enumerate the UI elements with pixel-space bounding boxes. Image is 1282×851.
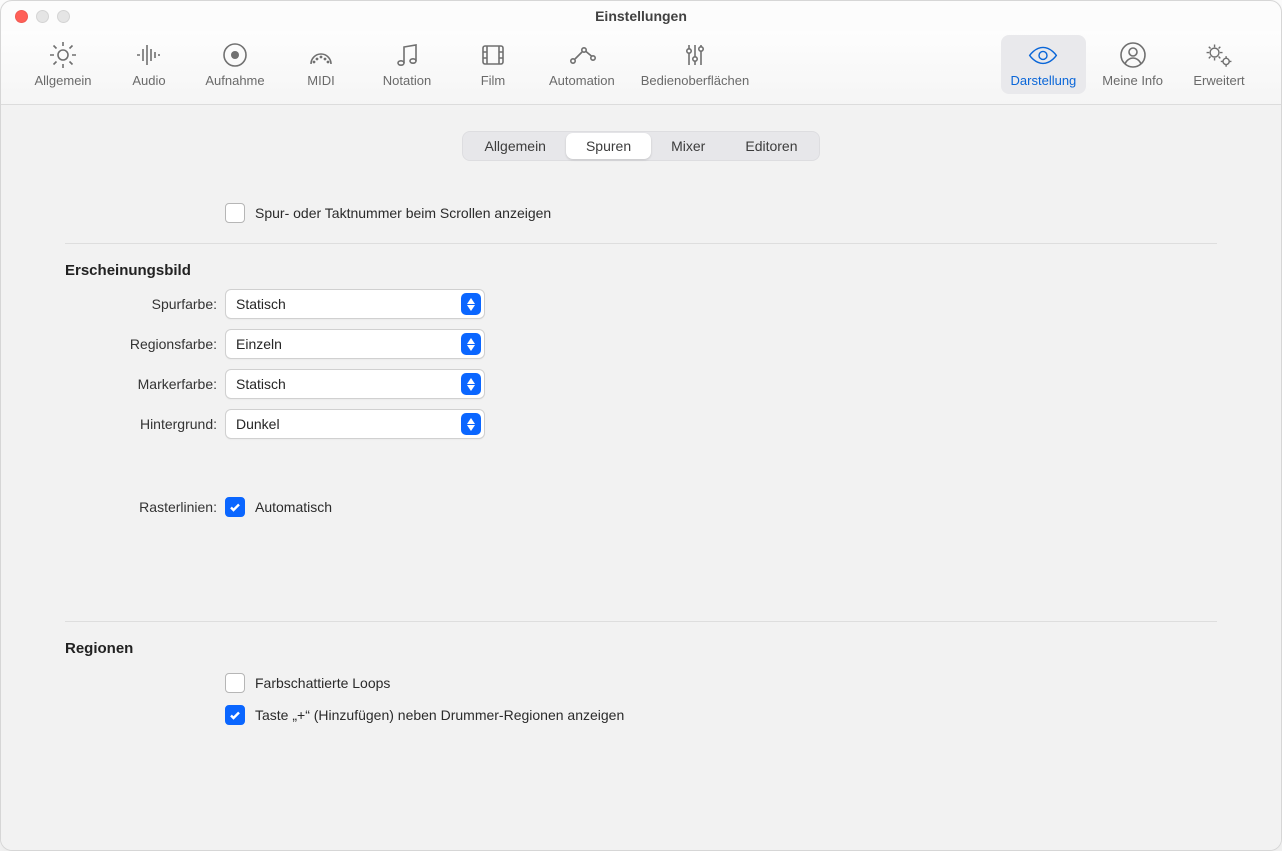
background-label: Hintergrund: (65, 416, 225, 432)
record-icon (219, 41, 251, 69)
gear-icon (47, 41, 79, 69)
background-select[interactable]: Dunkel (225, 409, 485, 439)
sliders-icon (679, 41, 711, 69)
toolbar-label: Allgemein (34, 73, 91, 88)
window-title: Einstellungen (1, 8, 1281, 24)
audio-icon (133, 41, 165, 69)
midi-icon (305, 41, 337, 69)
gridlines-label: Rasterlinien: (65, 499, 225, 515)
pluskey-label: Taste „+“ (Hinzufügen) neben Drummer-Reg… (255, 707, 624, 723)
region-color-select[interactable]: Einzeln (225, 329, 485, 359)
toolbar-label: Audio (132, 73, 165, 88)
toolbar-midi[interactable]: MIDI (281, 35, 361, 94)
tab-editoren[interactable]: Editoren (725, 133, 817, 159)
gears-icon (1203, 41, 1235, 69)
film-icon (477, 41, 509, 69)
preferences-window: Einstellungen Allgemein Audio Aufnahme M… (0, 0, 1282, 851)
section-title-appearance: Erscheinungsbild (65, 262, 1217, 279)
updown-icon (461, 413, 481, 435)
section-title-regions: Regionen (65, 640, 1217, 657)
appearance-form: Spurfarbe: Statisch Regionsfarbe: Einzel… (65, 289, 1217, 439)
pluskey-checkbox[interactable] (225, 705, 245, 725)
marker-color-label: Markerfarbe: (65, 376, 225, 392)
toolbar-bedienoberflaechen[interactable]: Bedienoberflächen (631, 35, 759, 94)
user-icon (1117, 41, 1149, 69)
select-value: Statisch (236, 296, 286, 312)
gridlines-check-label: Automatisch (255, 499, 332, 515)
toolbar-label: Notation (383, 73, 431, 88)
pluskey-row: Taste „+“ (Hinzufügen) neben Drummer-Reg… (225, 699, 1217, 731)
notation-icon (391, 41, 423, 69)
updown-icon (461, 333, 481, 355)
select-value: Einzeln (236, 336, 282, 352)
toolbar-allgemein[interactable]: Allgemein (23, 35, 103, 94)
toolbar: Allgemein Audio Aufnahme MIDI Notation (1, 31, 1281, 105)
tab-allgemein[interactable]: Allgemein (464, 133, 565, 159)
titlebar: Einstellungen (1, 1, 1281, 31)
toolbar-audio[interactable]: Audio (109, 35, 189, 94)
loops-row: Farbschattierte Loops (225, 667, 1217, 699)
region-color-label: Regionsfarbe: (65, 336, 225, 352)
gridlines-checkbox[interactable] (225, 497, 245, 517)
toolbar-label: Bedienoberflächen (641, 73, 749, 88)
toolbar-label: Film (481, 73, 506, 88)
toolbar-label: MIDI (307, 73, 334, 88)
scroll-number-row: Spur- oder Taktnummer beim Scrollen anze… (225, 197, 1217, 229)
tab-spuren[interactable]: Spuren (566, 133, 651, 159)
toolbar-film[interactable]: Film (453, 35, 533, 94)
toolbar-meineinfo[interactable]: Meine Info (1092, 35, 1173, 94)
track-color-select[interactable]: Statisch (225, 289, 485, 319)
eye-icon (1027, 41, 1059, 69)
divider (65, 243, 1217, 244)
toolbar-darstellung[interactable]: Darstellung (1001, 35, 1087, 94)
scroll-number-checkbox[interactable] (225, 203, 245, 223)
updown-icon (461, 373, 481, 395)
toolbar-label: Aufnahme (205, 73, 264, 88)
toolbar-label: Meine Info (1102, 73, 1163, 88)
updown-icon (461, 293, 481, 315)
content-area: Allgemein Spuren Mixer Editoren Spur- od… (1, 105, 1281, 850)
automation-icon (566, 41, 598, 69)
toolbar-aufnahme[interactable]: Aufnahme (195, 35, 275, 94)
toolbar-label: Erweitert (1193, 73, 1244, 88)
tab-mixer[interactable]: Mixer (651, 133, 725, 159)
select-value: Dunkel (236, 416, 280, 432)
select-value: Statisch (236, 376, 286, 392)
sub-tabs: Allgemein Spuren Mixer Editoren (462, 131, 819, 161)
toolbar-label: Darstellung (1011, 73, 1077, 88)
divider (65, 621, 1217, 622)
loops-label: Farbschattierte Loops (255, 675, 390, 691)
toolbar-label: Automation (549, 73, 615, 88)
track-color-label: Spurfarbe: (65, 296, 225, 312)
loops-checkbox[interactable] (225, 673, 245, 693)
toolbar-notation[interactable]: Notation (367, 35, 447, 94)
marker-color-select[interactable]: Statisch (225, 369, 485, 399)
toolbar-automation[interactable]: Automation (539, 35, 625, 94)
toolbar-erweitert[interactable]: Erweitert (1179, 35, 1259, 94)
gridlines-row: Rasterlinien: Automatisch (65, 497, 1217, 517)
scroll-number-label: Spur- oder Taktnummer beim Scrollen anze… (255, 205, 551, 221)
